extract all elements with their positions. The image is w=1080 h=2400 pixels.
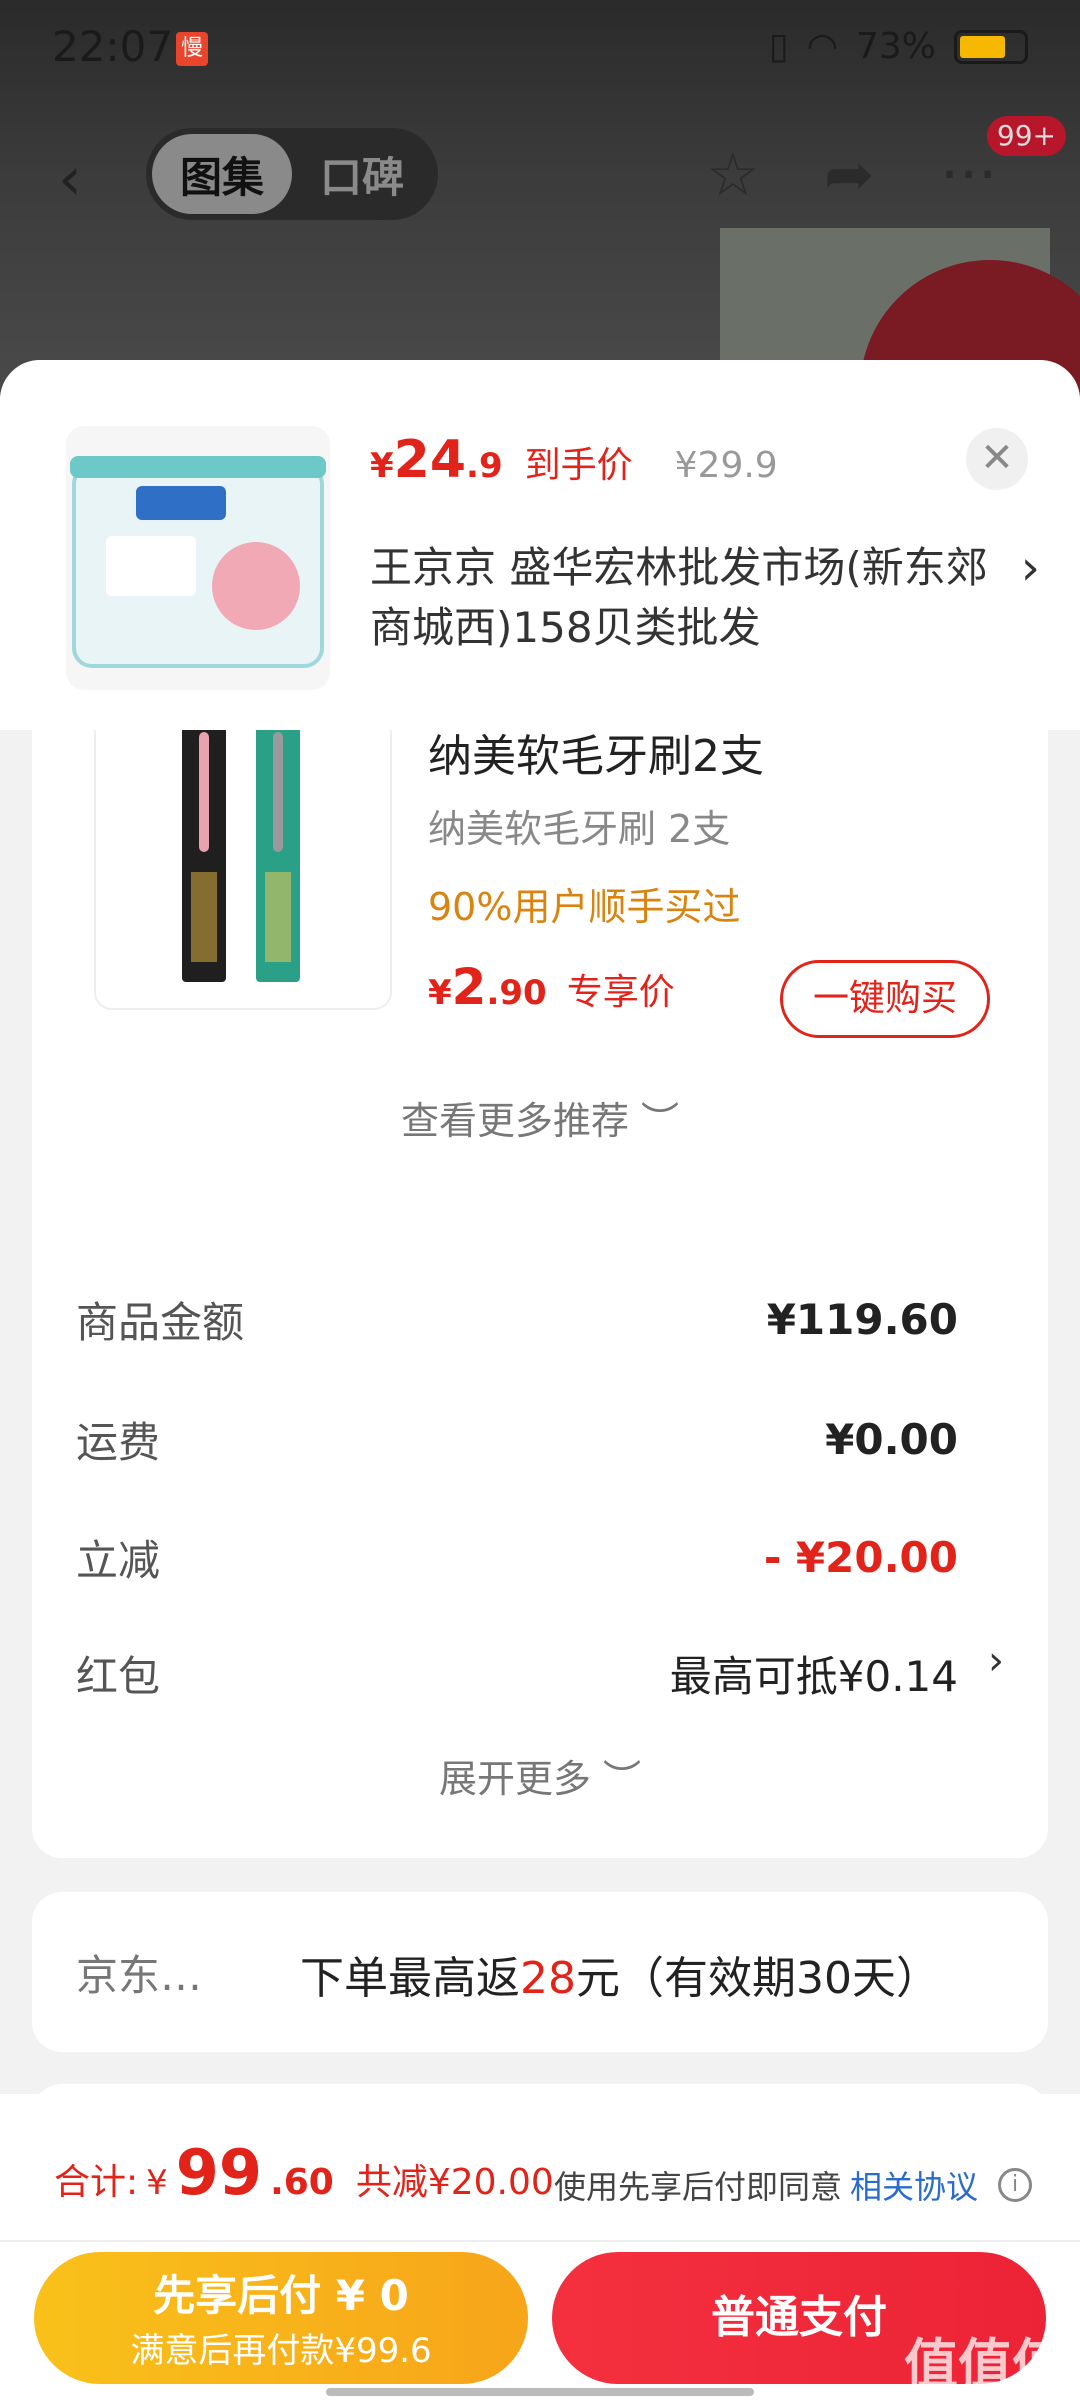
header-price-tag: 到手价	[524, 445, 633, 486]
footer-divider	[0, 2240, 1080, 2242]
cashback-text-pre: 下单最高返	[300, 1953, 520, 2004]
original-price: ¥29.9	[674, 445, 778, 486]
header-price-dec: .9	[466, 446, 503, 486]
price-row-label: 红包	[76, 1651, 161, 1701]
total-symbol: ¥	[146, 2163, 168, 2203]
price-row-red-packet[interactable]: 红包 最高可抵¥0.14	[76, 1638, 958, 1708]
price-row-value: - ¥20.00	[763, 1532, 958, 1582]
wifi-icon: ◠	[806, 26, 838, 67]
one-click-buy-button[interactable]: 一键购买	[780, 960, 990, 1038]
info-icon[interactable]: i	[998, 2168, 1032, 2202]
price-row-value: ¥0.00	[825, 1414, 958, 1464]
more-icon[interactable]: ···	[940, 140, 997, 210]
rec-price-dec: .90	[486, 973, 547, 1013]
rec-price-tag: 专享价	[566, 972, 675, 1013]
price-breakdown-card: 商品金额 ¥119.60 运费 ¥0.00 立减 - ¥20.00 红包 最高可…	[32, 1228, 1048, 1858]
tab-gallery[interactable]: 图集	[152, 134, 292, 214]
battery-fill	[960, 35, 1006, 58]
expand-more-link[interactable]: 展开更多 ︶	[32, 1748, 1048, 1803]
more-recommendations-link[interactable]: 查看更多推荐 ︶	[32, 1090, 1048, 1145]
shop-name[interactable]: 王京京 盛华宏林批发市场(新东郊商城西)158贝类批发	[370, 538, 990, 658]
cashback-card[interactable]: 京东… 下单最高返28元（有效期30天）	[32, 1892, 1048, 2052]
rec-price-int: 2	[451, 958, 487, 1016]
toothbrush-image	[94, 710, 392, 1010]
price-row-discount: 立减 - ¥20.00	[76, 1522, 958, 1592]
price-row-shipping: 运费 ¥0.00	[76, 1404, 958, 1474]
app-notification-icon: 慢	[176, 32, 208, 66]
product-thumbnail	[66, 426, 330, 690]
rec-price-symbol: ¥	[428, 973, 452, 1013]
price-row-value: 最高可抵¥0.14	[669, 1651, 958, 1701]
rec-product-subtitle: 纳美软毛牙刷 2支	[428, 807, 731, 851]
cashback-label: 京东…	[76, 1951, 203, 2000]
price-row-label: 商品金额	[76, 1297, 245, 1347]
agreement-link[interactable]: 相关协议	[850, 2162, 978, 2208]
header-price-row: ¥24.9 到手价 ¥29.9	[370, 430, 778, 490]
message-badge: 99+	[986, 116, 1066, 156]
chevron-right-icon[interactable]: ›	[1021, 540, 1040, 596]
header-price-symbol: ¥	[370, 446, 394, 486]
sim-icon: ▯	[768, 26, 789, 67]
chevron-right-icon[interactable]: ›	[988, 1638, 1004, 1684]
pay-later-title: 先享后付 ¥ 0	[153, 2271, 409, 2320]
agreement-text: 使用先享后付即同意	[553, 2168, 842, 2206]
favorite-star-icon[interactable]: ☆	[706, 140, 760, 210]
total-reduction: 共减¥20.00	[355, 2162, 554, 2203]
status-time: 22:07	[52, 22, 174, 71]
price-row-label: 立减	[76, 1535, 161, 1585]
cashback-text-post: 元（有效期30天）	[576, 1953, 940, 2004]
status-bar: 22:07 慢 ▯ ◠ 73%	[0, 0, 1080, 100]
rec-price: ¥2.90 专享价	[428, 958, 675, 1016]
total-label: 合计:	[54, 2162, 139, 2203]
pay-later-subtitle: 满意后再付款¥99.6	[130, 2331, 432, 2371]
back-icon[interactable]: ‹	[58, 144, 82, 214]
battery-icon	[954, 29, 1028, 64]
agreement-notice: 使用先享后付即同意 相关协议 i	[554, 2162, 1032, 2208]
status-right: ▯ ◠ 73%	[769, 26, 1028, 67]
total-dec: .60	[270, 2162, 334, 2203]
rec-bought-rate: 90%用户顺手买过	[428, 885, 741, 929]
close-icon[interactable]: ✕	[966, 428, 1028, 490]
header-price-int: 24	[393, 430, 467, 490]
total-int: 99	[175, 2136, 263, 2209]
view-tabs: 图集 口碑	[146, 128, 438, 220]
price-row-goods: 商品金额 ¥119.60	[76, 1284, 958, 1354]
total-amount: 合计: ¥99.60 共减¥20.00	[54, 2136, 554, 2209]
battery-text: 73%	[855, 26, 936, 67]
price-row-value: ¥119.60	[766, 1294, 958, 1344]
pay-later-button[interactable]: 先享后付 ¥ 0 满意后再付款¥99.6	[34, 2252, 528, 2384]
home-indicator	[326, 2388, 754, 2396]
price-row-label: 运费	[76, 1417, 161, 1467]
tab-reviews[interactable]: 口碑	[292, 134, 432, 214]
cashback-amount: 28	[520, 1953, 576, 2004]
header-price: ¥24.9	[370, 430, 503, 490]
watermark-url: zhizhizhi.com	[955, 2380, 1064, 2399]
share-icon[interactable]: ➦	[824, 140, 874, 210]
top-nav: ‹ 图集 口碑 ☆ ➦ ··· 99+	[0, 116, 1080, 230]
sheet-header: ¥24.9 到手价 ¥29.9 ✕ 王京京 盛华宏林批发市场(新东郊商城西)15…	[0, 360, 1080, 730]
cashback-text: 下单最高返28元（有效期30天）	[300, 1942, 940, 2006]
